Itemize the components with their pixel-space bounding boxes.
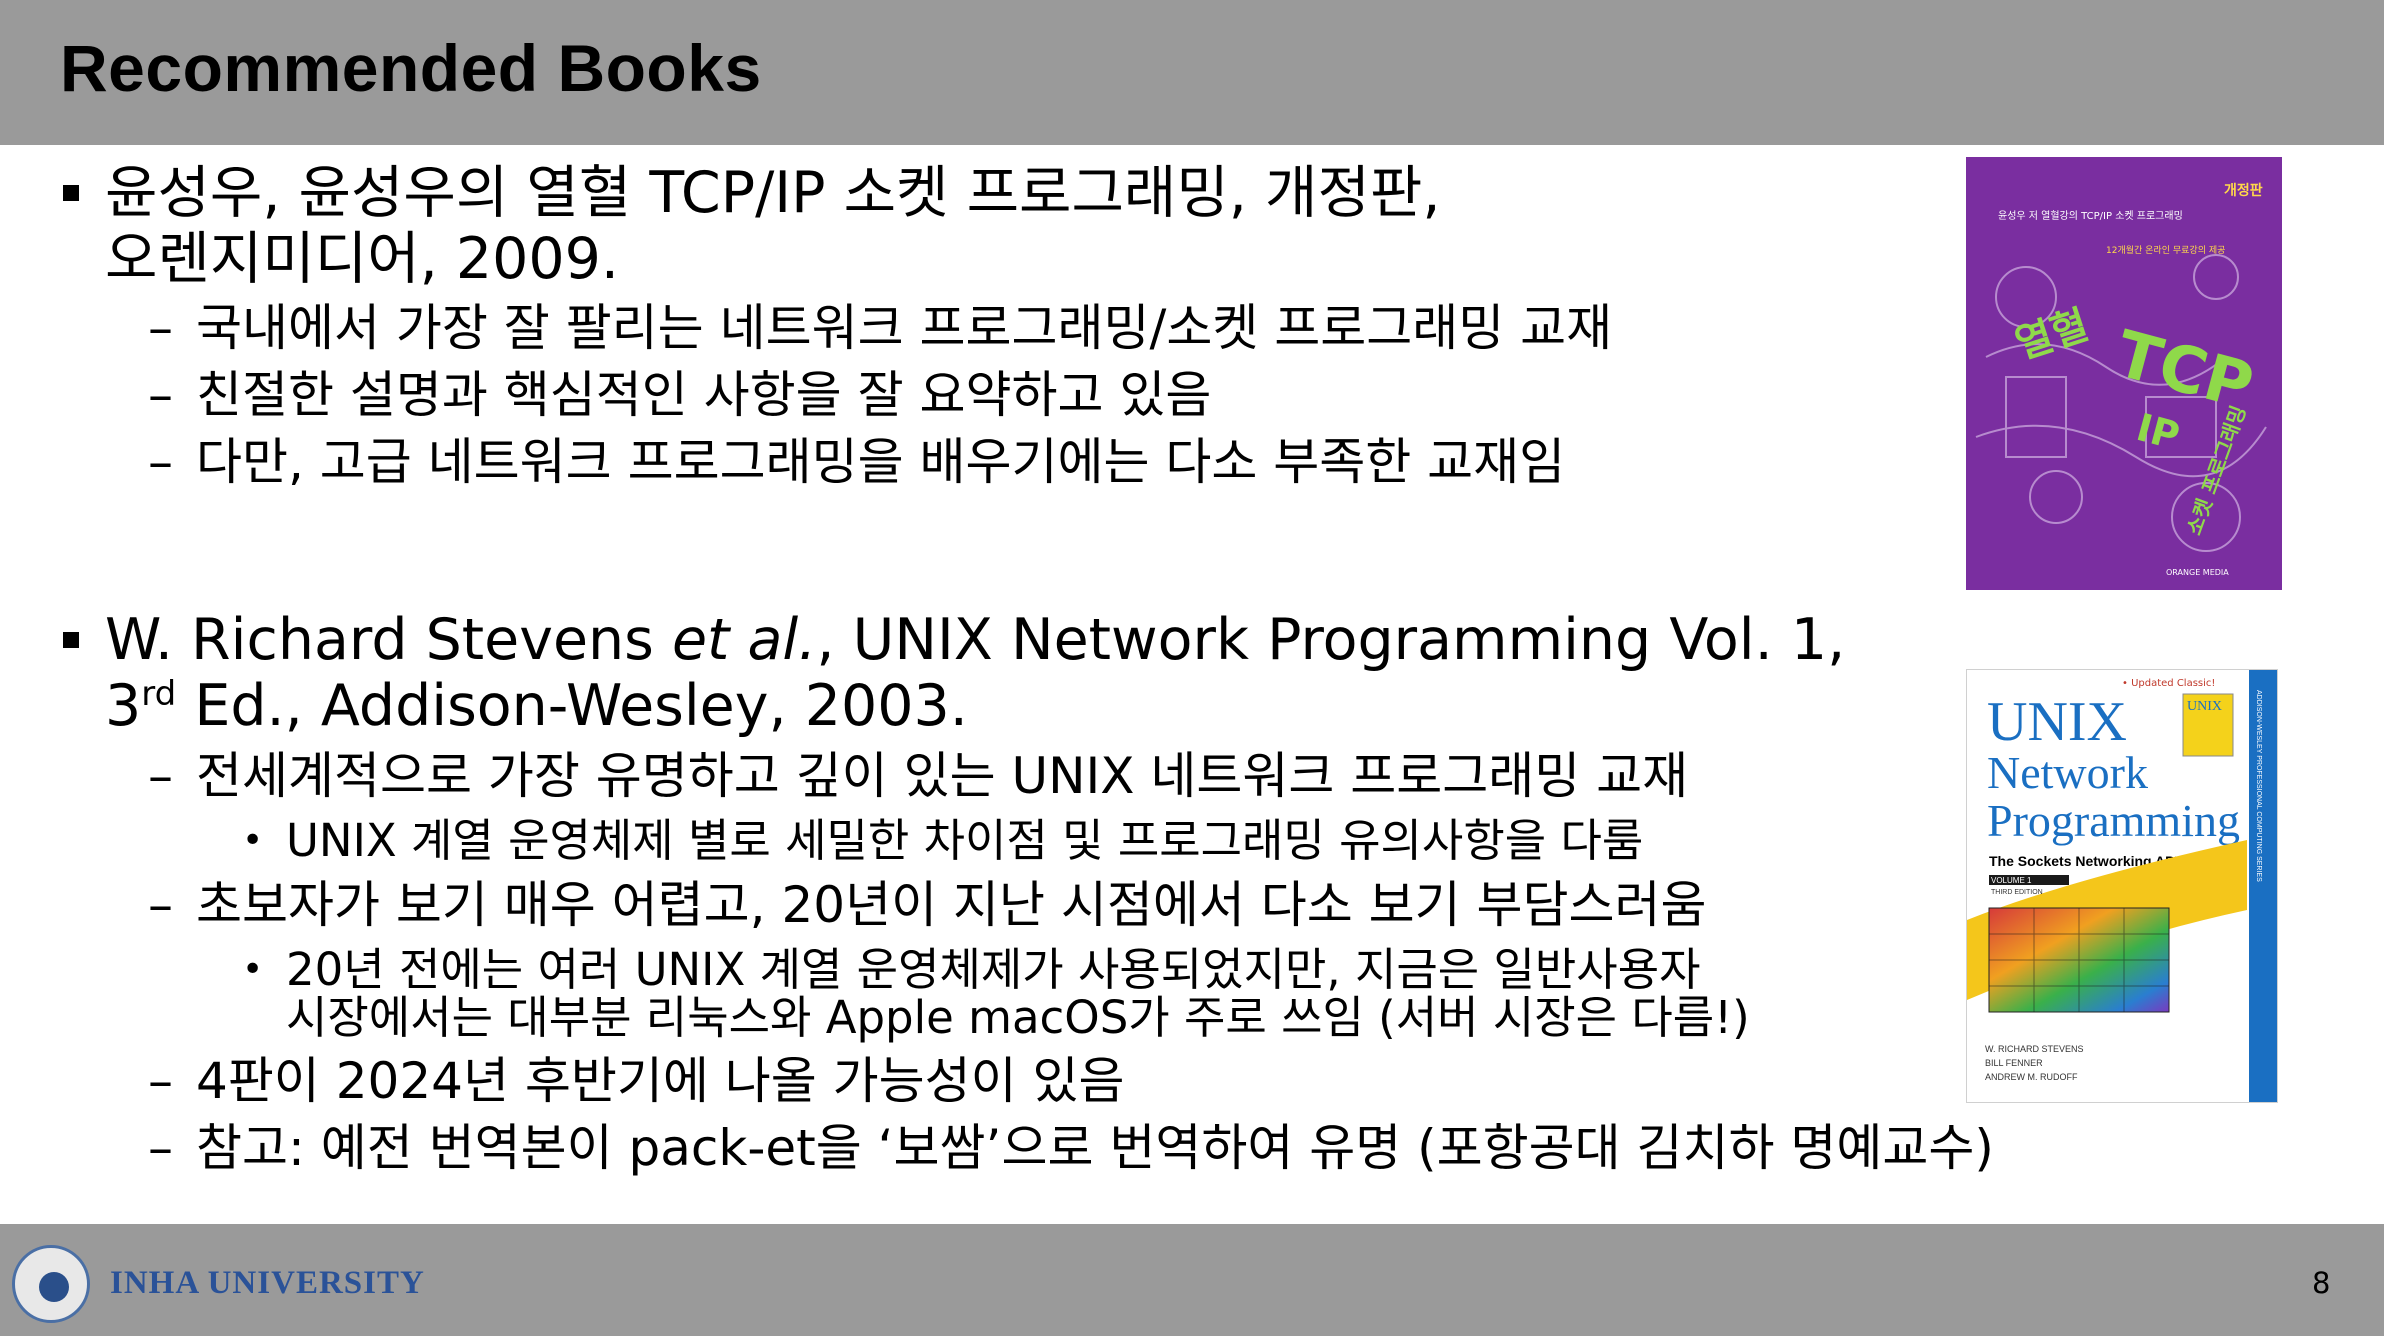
- university-name: INHA UNIVERSITY: [110, 1265, 425, 1301]
- book2-subpoint: • UNIX 계열 운영체제 별로 세밀한 차이점 및 프로그래밍 유의사항을 …: [242, 814, 1644, 867]
- slide-title: Recommended Books: [60, 31, 762, 105]
- cover1-publisher: ORANGE MEDIA: [2166, 568, 2229, 577]
- seal-emblem: [39, 1272, 69, 1302]
- dash-bullet-icon: –: [148, 1119, 173, 1177]
- book2-etal: et al.: [671, 607, 817, 673]
- cover2-author1: W. RICHARD STEVENS: [1985, 1044, 2084, 1054]
- cover2-title3: Programming: [1987, 795, 2240, 846]
- cover2-updated: • Updated Classic!: [2122, 678, 2215, 689]
- book2-point: – 참고: 예전 번역본이 pack-et을 ‘보쌈’으로 번역하여 유명 (포…: [148, 1117, 1994, 1179]
- book1-entry-cont: 오렌지미디어, 2009.: [105, 226, 619, 292]
- cover1-subtitle: 윤성우 저 열혈강의 TCP/IP 소켓 프로그래밍: [1998, 209, 2183, 222]
- book1-point: – 다만, 고급 네트워크 프로그래밍을 배우기에는 다소 부족한 교재임: [148, 431, 1566, 493]
- cover2-edition: THIRD EDITION: [1991, 889, 2043, 896]
- dash-bullet-icon: –: [148, 876, 173, 934]
- cover2-volume: VOLUME 1: [1991, 876, 2032, 885]
- book1-citation-line1: 윤성우, 윤성우의 열혈 TCP/IP 소켓 프로그래밍, 개정판,: [105, 160, 1441, 226]
- book1-point: – 친절한 설명과 핵심적인 사항을 잘 요약하고 있음: [148, 364, 1212, 426]
- book2-entry: W. Richard Stevens et al., UNIX Network …: [63, 607, 1846, 673]
- book2-title: , UNIX Network Programming Vol. 1,: [816, 607, 1846, 673]
- cover1-badge: 개정판: [2224, 182, 2263, 199]
- square-bullet-icon: [63, 632, 79, 648]
- book2-subpoint-text: UNIX 계열 운영체제 별로 세밀한 차이점 및 프로그래밍 유의사항을 다룸: [286, 814, 1644, 867]
- book2-subpoint-text: 시장에서는 대부분 리눅스와 Apple macOS가 주로 쓰임 (서버 시장…: [286, 991, 1750, 1044]
- book2-point: – 4판이 2024년 후반기에 나올 가능성이 있음: [148, 1050, 1125, 1112]
- book1-point-text: 국내에서 가장 잘 팔리는 네트워크 프로그래밍/소켓 프로그래밍 교재: [196, 299, 1613, 357]
- cover1-tagline: 12개월간 온라인 무료강의 제공: [2106, 244, 2225, 256]
- book1-entry: 윤성우, 윤성우의 열혈 TCP/IP 소켓 프로그래밍, 개정판,: [63, 160, 1441, 226]
- cover2-author2: BILL FENNER: [1985, 1058, 2043, 1068]
- book2-publisher: Ed., Addison-Wesley, 2003.: [176, 673, 968, 739]
- book2-edition-number: 3: [105, 673, 142, 739]
- book2-point-text: 4판이 2024년 후반기에 나올 가능성이 있음: [196, 1052, 1125, 1110]
- book1-point-text: 다만, 고급 네트워크 프로그래밍을 배우기에는 다소 부족한 교재임: [196, 433, 1566, 491]
- book1-cover-image: 개정판 윤성우 저 열혈강의 TCP/IP 소켓 프로그래밍 12개월간 온라인…: [1966, 157, 2282, 590]
- cover2-title2: Network: [1987, 747, 2148, 798]
- book1-citation-line2: 오렌지미디어, 2009.: [105, 226, 620, 292]
- dash-bullet-icon: –: [148, 299, 173, 357]
- cover2-author3: ANDREW M. RUDOFF: [1985, 1072, 2078, 1082]
- book2-entry-cont: 3rd Ed., Addison-Wesley, 2003.: [105, 673, 968, 739]
- page-number: 8: [2312, 1266, 2331, 1300]
- book2-point-text: 전세계적으로 가장 유명하고 깊이 있는 UNIX 네트워크 프로그래밍 교재: [196, 747, 1689, 805]
- book2-point: – 전세계적으로 가장 유명하고 깊이 있는 UNIX 네트워크 프로그래밍 교…: [148, 745, 1689, 807]
- book1-point-text: 친절한 설명과 핵심적인 사항을 잘 요약하고 있음: [196, 366, 1212, 424]
- book2-subpoint: • 20년 전에는 여러 UNIX 계열 운영체제가 사용되었지만, 지금은 일…: [242, 943, 1701, 996]
- dash-bullet-icon: –: [148, 747, 173, 805]
- dash-bullet-icon: –: [148, 433, 173, 491]
- cover2-mini-title: UNIX: [2187, 699, 2222, 714]
- university-seal-icon: [12, 1245, 90, 1323]
- book2-point: – 초보자가 보기 매우 어렵고, 20년이 지난 시점에서 다소 보기 부담스…: [148, 874, 1707, 936]
- book2-author: W. Richard Stevens: [105, 607, 672, 673]
- cover2-art: • Updated Classic! UNIX UNIX Network Pro…: [1967, 678, 2262, 1082]
- book2-edition-suffix: rd: [141, 674, 177, 714]
- book1-point: – 국내에서 가장 잘 팔리는 네트워크 프로그래밍/소켓 프로그래밍 교재: [148, 297, 1613, 359]
- book2-subpoint-text: 20년 전에는 여러 UNIX 계열 운영체제가 사용되었지만, 지금은 일반사…: [286, 943, 1701, 996]
- cover2-title1: UNIX: [1987, 691, 2127, 753]
- dash-bullet-icon: –: [148, 1052, 173, 1110]
- book2-cover-image: • Updated Classic! UNIX UNIX Network Pro…: [1966, 669, 2278, 1103]
- cover2-series: ADDISON-WESLEY PROFESSIONAL COMPUTING SE…: [2255, 690, 2262, 882]
- square-bullet-icon: [63, 185, 79, 201]
- dot-bullet-icon: •: [242, 820, 264, 861]
- dot-bullet-icon: •: [242, 949, 264, 990]
- book2-point-text: 초보자가 보기 매우 어렵고, 20년이 지난 시점에서 다소 보기 부담스러움: [196, 876, 1707, 934]
- book1-cover-art: 개정판 윤성우 저 열혈강의 TCP/IP 소켓 프로그래밍 12개월간 온라인…: [1966, 157, 2282, 590]
- dash-bullet-icon: –: [148, 366, 173, 424]
- book2-point-text: 참고: 예전 번역본이 pack-et을 ‘보쌈’으로 번역하여 유명 (포항공…: [196, 1119, 1994, 1177]
- book2-subpoint-cont: 시장에서는 대부분 리눅스와 Apple macOS가 주로 쓰임 (서버 시장…: [286, 992, 1750, 1044]
